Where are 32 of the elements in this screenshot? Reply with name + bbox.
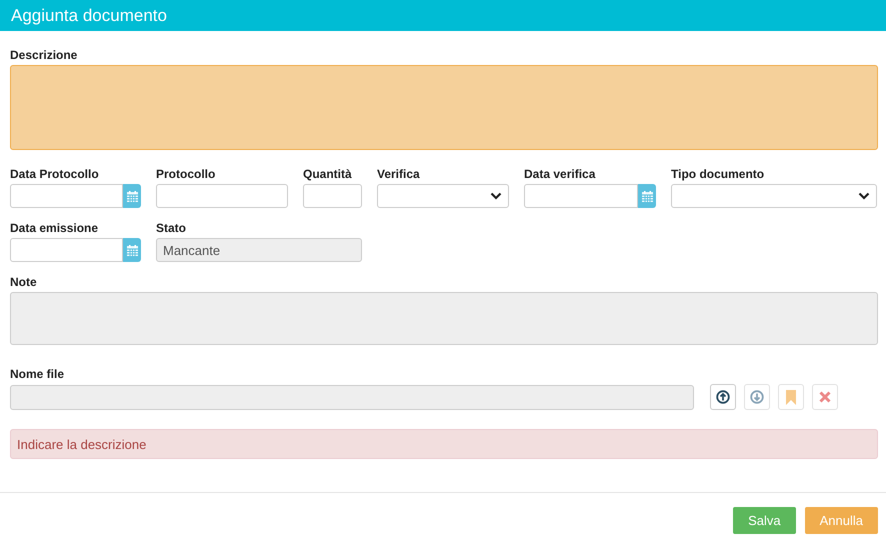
date-field[interactable] (10, 238, 123, 262)
calendar-icon[interactable] (123, 238, 141, 262)
calendar-icon[interactable] (638, 184, 656, 208)
text-field[interactable] (303, 184, 362, 208)
save-button[interactable]: Salva (733, 507, 796, 534)
close-icon (819, 391, 831, 403)
select-field[interactable] (671, 184, 877, 208)
field-label: Note (10, 275, 38, 289)
calendar-icon[interactable] (123, 184, 141, 208)
chevron-down-icon (858, 192, 870, 200)
field-label: Data emissione (10, 221, 100, 235)
field-label: Data verifica (524, 167, 596, 181)
bookmark-icon (785, 390, 797, 404)
chevron-down-icon (490, 192, 502, 200)
description-field[interactable] (10, 65, 878, 150)
date-field[interactable] (524, 184, 638, 208)
error-alert: Indicare la descrizione (10, 429, 878, 459)
field-label: Descrizione (10, 48, 78, 62)
field-label: Verifica (377, 167, 421, 181)
text-field[interactable] (156, 184, 288, 208)
field-label: Tipo documento (671, 167, 766, 181)
field-label: Protocollo (156, 167, 216, 181)
download-icon (750, 390, 764, 404)
upload-icon (716, 390, 730, 404)
field-label: Nome file (10, 367, 66, 381)
cancel-button[interactable]: Annulla (804, 507, 878, 534)
field-label: Data Protocollo (10, 167, 100, 181)
field-label: Quantità (303, 167, 353, 181)
date-field[interactable] (10, 184, 123, 208)
field-label: Stato (156, 221, 187, 235)
dialog-title: Aggiunta documento (0, 0, 886, 31)
select-field[interactable] (377, 184, 509, 208)
